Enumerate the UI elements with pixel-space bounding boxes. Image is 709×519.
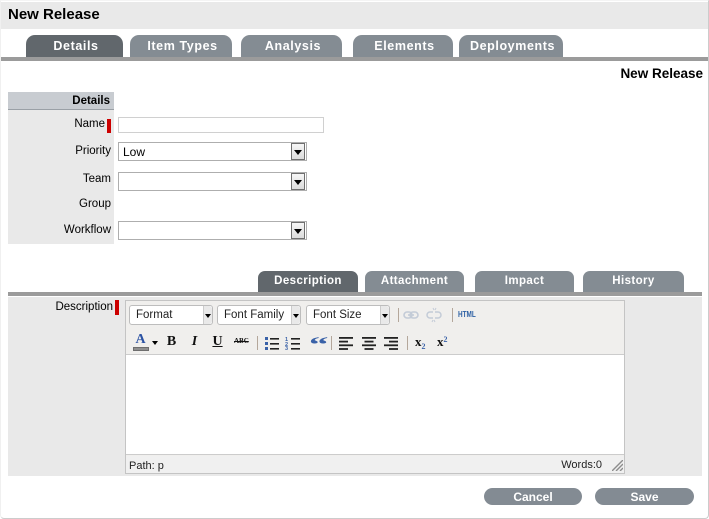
svg-text:3: 3 — [285, 346, 288, 350]
